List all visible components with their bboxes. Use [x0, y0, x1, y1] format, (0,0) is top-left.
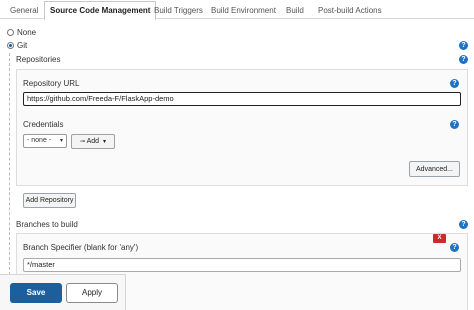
credentials-select[interactable]: - none - ▾ — [23, 134, 67, 148]
credentials-label: Credentials — [23, 120, 64, 129]
tab-build-environment[interactable]: Build Environment — [205, 1, 282, 19]
tab-post-build-actions[interactable]: Post-build Actions — [312, 1, 388, 19]
help-icon[interactable]: ? — [450, 79, 459, 88]
add-repository-button[interactable]: Add Repository — [23, 193, 76, 208]
scm-none-label: None — [17, 28, 37, 37]
tab-source-code-management[interactable]: Source Code Management — [44, 1, 157, 20]
tab-build[interactable]: Build — [280, 1, 310, 19]
caret-down-icon: ▾ — [103, 139, 107, 145]
repository-block — [16, 69, 468, 186]
config-tab-bar: General Source Code Management Build Tri… — [0, 0, 474, 20]
tab-general[interactable]: General — [4, 1, 44, 19]
credentials-selected-value: - none - — [27, 137, 52, 144]
delete-branch-button[interactable]: X — [433, 234, 446, 243]
help-icon[interactable]: ? — [459, 55, 468, 64]
key-icon: ⊸ — [79, 139, 86, 145]
scm-none-radio[interactable] — [7, 29, 14, 36]
repository-url-label: Repository URL — [23, 79, 80, 88]
branch-specifier-input[interactable]: */master — [23, 258, 461, 272]
help-icon[interactable]: ? — [450, 120, 459, 129]
help-icon[interactable]: ? — [450, 243, 459, 252]
tab-build-triggers[interactable]: Build Triggers — [148, 1, 209, 19]
help-icon[interactable]: ? — [459, 220, 468, 229]
branches-title: Branches to build — [16, 220, 78, 229]
section-divider — [9, 53, 10, 275]
add-credentials-button[interactable]: ⊸ Add ▾ — [71, 134, 115, 149]
caret-down-icon: ▾ — [59, 138, 63, 144]
advanced-button[interactable]: Advanced... — [409, 161, 460, 177]
repositories-title: Repositories — [16, 55, 61, 64]
apply-button[interactable]: Apply — [66, 283, 118, 303]
scm-git-label: Git — [17, 41, 28, 50]
scm-git-radio[interactable] — [7, 42, 14, 49]
add-button-label: Add — [86, 138, 100, 145]
repository-url-input[interactable]: https://github.com/Freeda-F/FlaskApp-dem… — [23, 92, 461, 106]
branch-specifier-label: Branch Specifier (blank for 'any') — [23, 243, 139, 252]
save-button[interactable]: Save — [10, 283, 62, 303]
help-icon[interactable]: ? — [459, 41, 468, 50]
